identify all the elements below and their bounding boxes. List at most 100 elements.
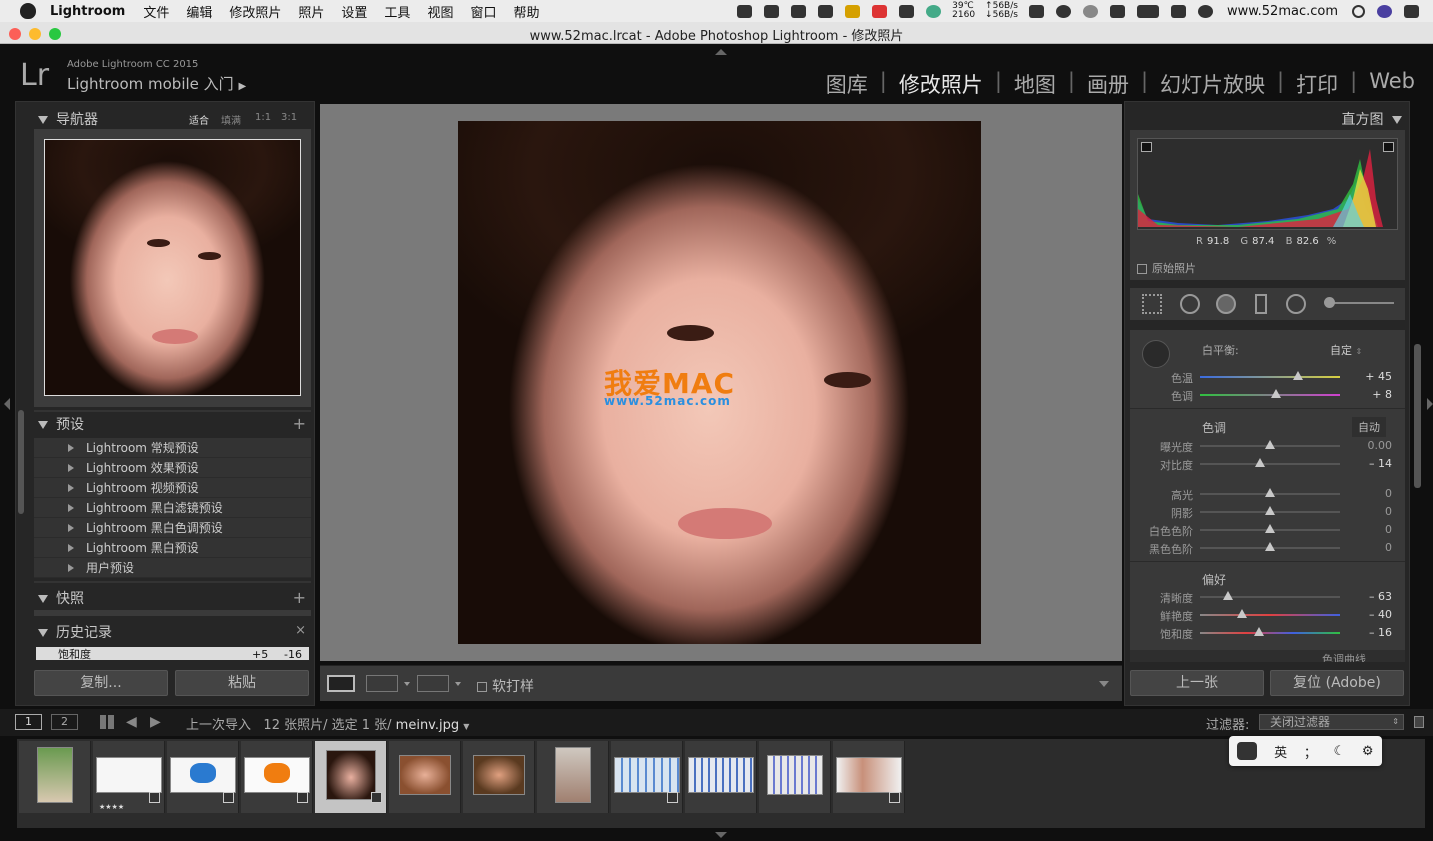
color-wheel-icon[interactable] [926,4,942,18]
slider-knob[interactable] [1265,440,1275,449]
radial-filter-icon[interactable] [1286,294,1306,314]
ime-mode[interactable]: 英 [1274,742,1287,761]
brush-knob[interactable] [1324,297,1335,308]
original-photo-checkbox[interactable]: 原始照片 [1137,260,1196,276]
photo-thumbnail[interactable] [326,750,376,800]
secondary-window-button[interactable]: 2 [51,714,78,730]
clock-icon[interactable] [1197,4,1213,18]
notification-center-icon[interactable] [1404,4,1419,18]
right-scrollbar[interactable] [1414,344,1421,488]
histogram-graph[interactable] [1137,138,1398,230]
zoom-fit[interactable]: 适合 [189,112,209,127]
photo-thumbnail[interactable] [244,757,310,793]
paste-settings-button[interactable]: 粘贴 [175,670,309,696]
module-map[interactable]: 地图 [1002,69,1068,99]
slider-value[interactable]: 0 [1385,541,1392,554]
menu-develop[interactable]: 修改照片 [229,2,281,21]
loupe-view-icon[interactable] [327,675,355,692]
left-scrollbar[interactable] [18,410,24,514]
rating-stars[interactable]: ★★★★ [99,803,124,811]
slider-value[interactable]: 0 [1385,487,1392,500]
ime-punct[interactable]: ； [1304,742,1317,761]
slider-knob[interactable] [1270,389,1281,398]
left-panel-toggle[interactable] [4,398,10,410]
copy-settings-icon[interactable] [417,675,449,692]
crop-tool-icon[interactable] [1142,294,1162,314]
preset-folder[interactable]: Lightroom 黑白滤镜预设 [34,498,311,518]
photo-thumbnail[interactable] [96,757,162,793]
highlight-clipping-icon[interactable] [1383,142,1394,152]
photo-thumbnail[interactable] [767,755,823,795]
filter-dropdown[interactable]: 关闭过滤器 ⇕ [1259,714,1404,730]
photo-thumbnail[interactable] [688,757,754,793]
zoom-1to1[interactable]: 1:1 [255,112,271,123]
input-method-icon[interactable] [1170,4,1186,18]
menu-app-name[interactable]: Lightroom [50,4,125,19]
bottom-panel-toggle[interactable] [715,832,727,838]
menu-view[interactable]: 视图 [427,2,453,21]
fan-icon[interactable] [899,4,915,18]
filter-lock-icon[interactable] [1414,716,1424,728]
top-panel-toggle[interactable] [715,49,727,55]
slider-track[interactable] [1200,614,1340,616]
module-library[interactable]: 图库 [814,69,880,99]
menu-tools[interactable]: 工具 [384,2,410,21]
slider-value[interactable]: 0 [1385,523,1392,536]
reset-button[interactable]: 复位 (Adobe) [1270,670,1404,696]
module-slideshow[interactable]: 幻灯片放映 [1148,69,1277,99]
zoom-fill[interactable]: 填满 [221,112,241,127]
photo-thumbnail[interactable] [170,757,236,793]
slider-knob[interactable] [1265,524,1275,533]
auto-tone-button[interactable]: 自动 [1352,417,1386,437]
slider-knob[interactable] [1265,488,1275,497]
tool-icon[interactable] [1028,4,1044,18]
grid-view-icon[interactable] [100,715,114,729]
battery-icon[interactable] [1136,4,1159,18]
filmstrip-cell[interactable] [611,741,683,813]
slider-knob[interactable] [1237,609,1247,618]
slider-knob[interactable] [1293,371,1303,380]
filmstrip-cell[interactable] [315,741,387,813]
photo-thumbnail[interactable] [37,747,73,803]
slider-value[interactable]: 0.00 [1368,439,1393,452]
snapshots-header[interactable]: 快照 + [38,588,310,610]
slider-knob[interactable] [1253,627,1264,636]
history-header[interactable]: 历史记录 × [38,622,310,644]
menu-settings[interactable]: 设置 [341,2,367,21]
primary-window-button[interactable]: 1 [15,714,42,730]
siri-icon[interactable] [1377,4,1392,18]
module-book[interactable]: 画册 [1075,69,1141,99]
filmstrip-cell[interactable] [241,741,313,813]
screenshot-icon[interactable] [791,4,807,18]
slider-track[interactable] [1200,632,1340,634]
module-print[interactable]: 打印 [1284,69,1350,99]
qq-icon[interactable] [764,4,780,18]
copy-settings-menu-icon[interactable] [455,682,461,686]
zoom-3to1[interactable]: 3:1 [281,112,297,123]
soft-proof-checkbox[interactable]: 软打样 [477,676,534,696]
copy-settings-button[interactable]: 复制... [34,670,168,696]
filmstrip-source[interactable]: 上一次导入 12 张照片/ 选定 1 张/ meinv.jpg ▼ [186,714,469,733]
forward-arrow-icon[interactable]: ▶ [150,714,161,730]
shadow-clipping-icon[interactable] [1141,142,1152,152]
apple-icon[interactable] [20,3,36,19]
tone-curve-header[interactable]: 色调曲线 [1322,651,1366,662]
adjustment-brush-icon[interactable] [1326,302,1394,304]
spot-removal-icon[interactable] [1180,294,1200,314]
filmstrip-cell[interactable] [463,741,535,813]
module-develop[interactable]: 修改照片 [887,69,995,99]
filmstrip-cell[interactable] [685,741,757,813]
menu-window[interactable]: 窗口 [470,2,496,21]
previous-button[interactable]: 上一张 [1130,670,1264,696]
slider-value[interactable]: – 16 [1369,626,1392,639]
add-preset-icon[interactable]: + [293,414,306,433]
filmstrip-cell[interactable] [759,741,831,813]
wifi-icon[interactable] [1109,4,1125,18]
slider-knob[interactable] [1265,506,1275,515]
bank-icon[interactable] [818,4,834,18]
module-web[interactable]: Web [1357,69,1427,99]
preset-folder[interactable]: Lightroom 黑白色调预设 [34,518,311,538]
slider-value[interactable]: – 63 [1369,590,1392,603]
ime-logo-icon[interactable] [1237,742,1258,760]
filmstrip-cell[interactable] [537,741,609,813]
